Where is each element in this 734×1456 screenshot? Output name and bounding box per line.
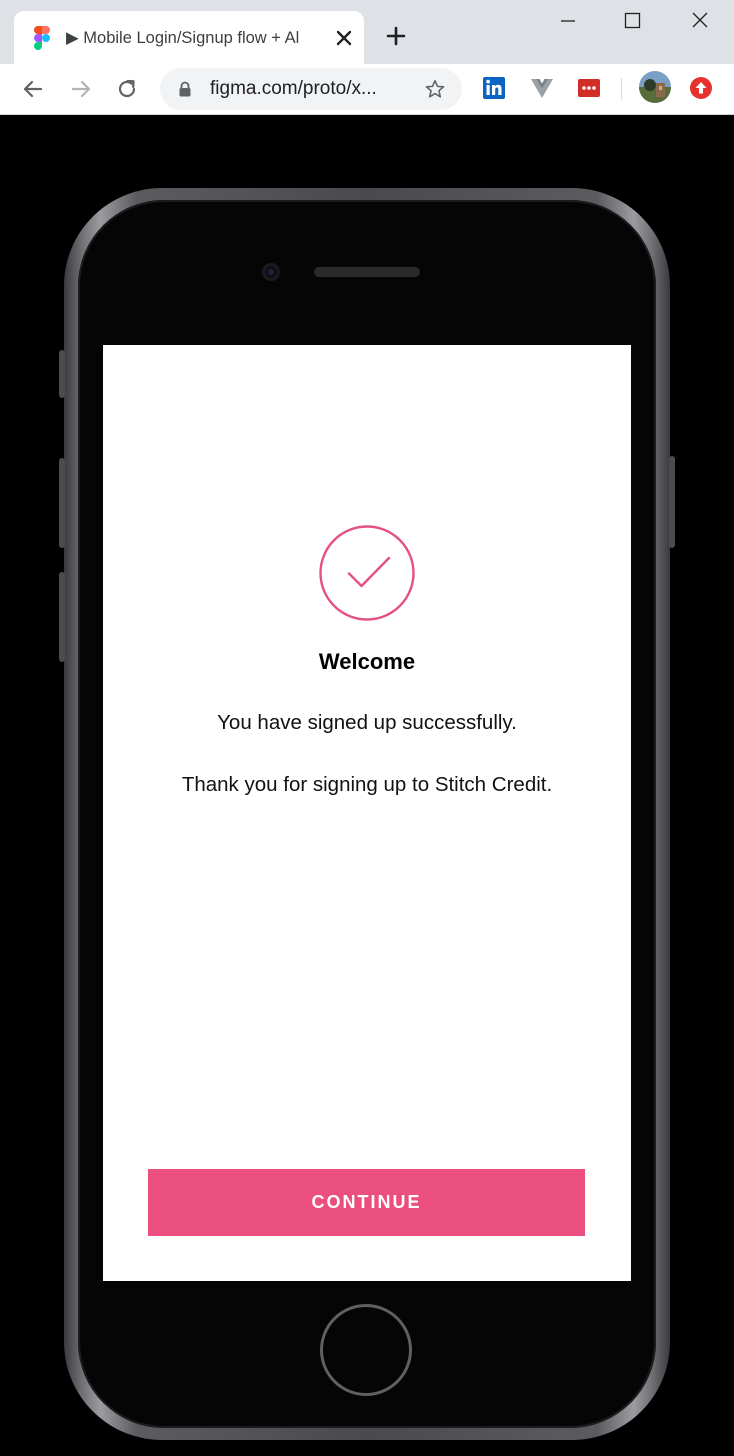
earpiece-speaker	[314, 267, 420, 277]
lock-icon	[179, 81, 191, 97]
maximize-icon[interactable]	[610, 6, 654, 36]
camera-lens	[268, 269, 274, 275]
continue-button[interactable]: CONTINUE	[148, 1169, 585, 1236]
reload-icon[interactable]	[114, 76, 140, 102]
url-text: figma.com/proto/x...	[210, 78, 377, 99]
toolbar-divider	[621, 78, 622, 100]
mute-switch	[59, 350, 65, 398]
close-icon[interactable]	[332, 26, 356, 50]
upload-icon[interactable]	[689, 76, 713, 100]
browser-toolbar: figma.com/proto/x...	[0, 64, 734, 115]
minimize-icon[interactable]	[546, 6, 590, 36]
star-icon[interactable]	[424, 78, 446, 100]
welcome-title: Welcome	[318, 649, 416, 674]
linkedin-icon[interactable]	[482, 76, 506, 100]
lastpass-icon[interactable]	[577, 76, 601, 100]
volume-up-button	[59, 458, 65, 548]
figma-icon	[34, 26, 50, 50]
power-button	[669, 456, 675, 548]
app-screen: Welcome You have signed up successfully.…	[103, 345, 631, 1281]
avatar-photo	[639, 71, 671, 103]
thanks-message: Thank you for signing up to Stitch Credi…	[181, 773, 553, 796]
plus-icon[interactable]	[384, 24, 408, 48]
front-camera	[262, 263, 280, 281]
arrow-right-icon[interactable]	[68, 76, 94, 102]
checkmark-circle-icon	[319, 525, 415, 621]
arrow-left-icon[interactable]	[20, 76, 46, 102]
browser-tab[interactable]: ▶ Mobile Login/Signup flow + Al	[14, 11, 364, 64]
address-bar[interactable]: figma.com/proto/x...	[160, 68, 462, 110]
tab-strip: ▶ Mobile Login/Signup flow + Al	[0, 0, 734, 64]
vue-devtools-icon[interactable]	[530, 76, 554, 100]
home-button[interactable]	[320, 1304, 412, 1396]
profile-avatar[interactable]	[639, 71, 671, 103]
volume-down-button	[59, 572, 65, 662]
tab-title: ▶ Mobile Login/Signup flow + Al	[66, 29, 300, 47]
window-close-icon[interactable]	[678, 6, 722, 36]
success-message: You have signed up successfully.	[217, 711, 517, 734]
